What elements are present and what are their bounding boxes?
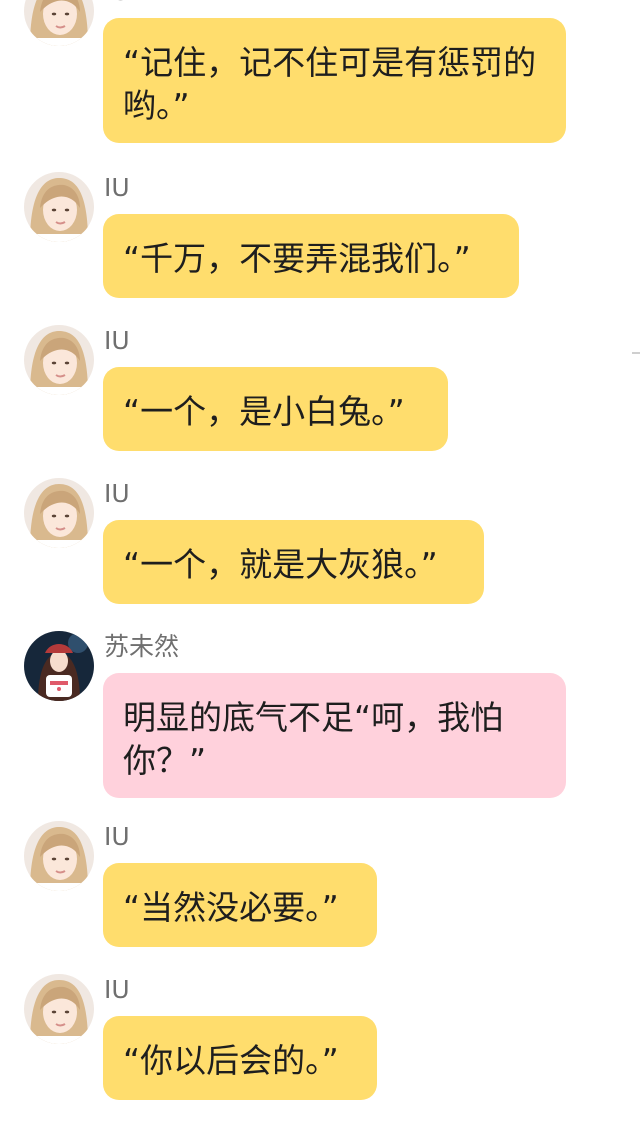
sender-name: IU: [104, 173, 130, 202]
message-text: “当然没必要。”: [123, 888, 339, 927]
message-text: “你以后会的。”: [123, 1041, 339, 1080]
message-bubble[interactable]: “你以后会的。”: [103, 1016, 377, 1100]
sender-name: IU: [104, 326, 130, 355]
iu-avatar-icon[interactable]: [24, 478, 94, 548]
iu-avatar-icon[interactable]: [24, 172, 94, 242]
chat-conversation: IU “记住，记不住可是有惩罚的哟。” IU “千万，不要弄混我们。”: [0, 0, 640, 1138]
message-bubble[interactable]: “记住，记不住可是有惩罚的哟。”: [103, 18, 566, 143]
sender-name: IU: [104, 822, 130, 851]
message-bubble[interactable]: 明显的底气不足“呵，我怕你？”: [103, 673, 566, 798]
su-weiran-avatar-icon[interactable]: [24, 631, 94, 701]
scrollbar-indicator[interactable]: [632, 352, 640, 354]
iu-avatar-icon[interactable]: [24, 0, 94, 46]
message-bubble[interactable]: “当然没必要。”: [103, 863, 377, 947]
iu-avatar-icon[interactable]: [24, 821, 94, 891]
message-bubble[interactable]: “一个，是小白兔。”: [103, 367, 448, 451]
message-text: “记住，记不住可是有惩罚的哟。”: [123, 43, 537, 125]
iu-avatar-icon[interactable]: [24, 974, 94, 1044]
sender-name: 苏未然: [104, 632, 180, 661]
message-bubble[interactable]: “一个，就是大灰狼。”: [103, 520, 484, 604]
message-text: “一个，是小白兔。”: [123, 392, 405, 431]
sender-name: IU: [104, 975, 130, 1004]
message-text: 明显的底气不足“呵，我怕你？”: [123, 698, 504, 780]
sender-name: IU: [104, 479, 130, 508]
sender-name: IU: [104, 0, 130, 6]
message-bubble[interactable]: “千万，不要弄混我们。”: [103, 214, 519, 298]
message-text: “千万，不要弄混我们。”: [123, 239, 471, 278]
iu-avatar-icon[interactable]: [24, 325, 94, 395]
message-text: “一个，就是大灰狼。”: [123, 545, 438, 584]
